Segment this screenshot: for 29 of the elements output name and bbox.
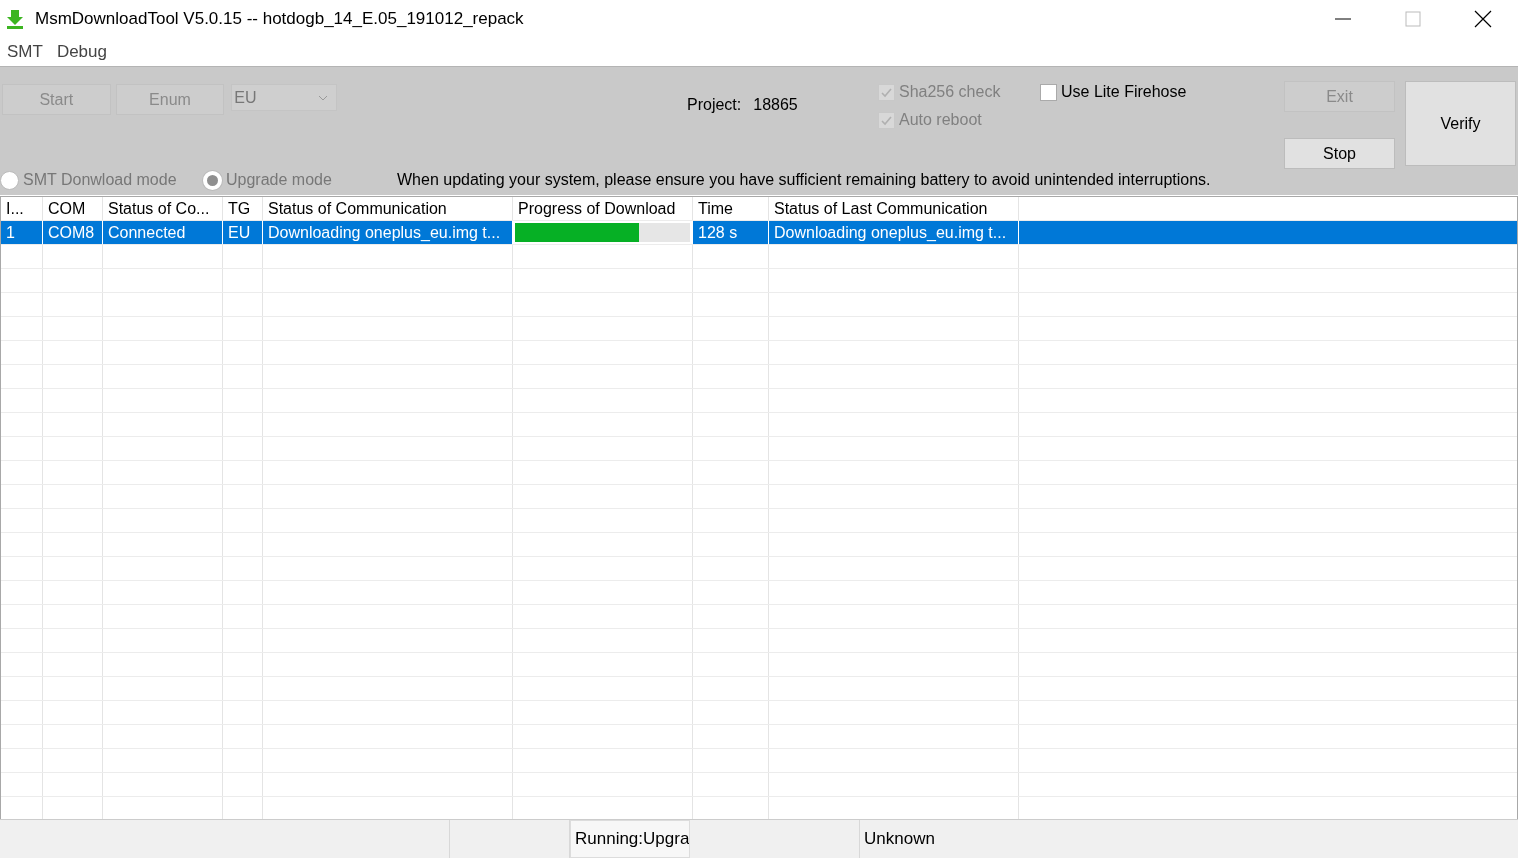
table-cell: 128 s	[693, 221, 769, 244]
column-header[interactable]: Status of Last Communication	[769, 197, 1019, 220]
table-cell: 1	[1, 221, 43, 244]
project-value: 18865	[753, 96, 798, 114]
column-header[interactable]: TG	[223, 197, 263, 220]
table-cell: Downloading oneplus_eu.img t...	[769, 221, 1019, 244]
column-header[interactable]: COM	[43, 197, 103, 220]
column-header[interactable]: Time	[693, 197, 769, 220]
column-header[interactable]: Status of Co...	[103, 197, 223, 220]
menu-item[interactable]: Debug	[56, 42, 107, 62]
battery-notice: When updating your system, please ensure you have sufficient remaining battery to avoid unintended interruptions.	[397, 171, 1211, 189]
verify-button[interactable]: Verify	[1405, 81, 1516, 166]
table-cell: Connected	[103, 221, 223, 244]
status-text: Unknown	[863, 828, 936, 850]
column-header[interactable]: Progress of Download	[513, 197, 693, 220]
caret-icon	[318, 94, 328, 101]
table-cell: EU	[223, 221, 263, 244]
checkbox[interactable]: Use Lite Firehose	[1040, 83, 1284, 101]
table-row[interactable]: 1 COM8 Connected EU Downloading oneplus_eu.img t... 128 s Downloading oneplus_eu.img t...	[1, 221, 1517, 245]
menu-item[interactable]: SMT	[7, 42, 43, 62]
column-header[interactable]: Status of Communication	[263, 197, 513, 220]
project-label: Project:	[687, 96, 742, 114]
status-text: Running:Upgra	[570, 820, 690, 858]
side-button[interactable]: Stop	[1284, 138, 1395, 169]
window-title: MsmDownloadTool V5.0.15 -- hotdogb_14_E.05_191012_repack	[35, 9, 525, 29]
column-header[interactable]: I...	[1, 197, 43, 220]
table-cell: COM8	[43, 221, 103, 244]
close-icon[interactable]	[1472, 8, 1494, 30]
download-arrow-icon	[5, 9, 25, 29]
